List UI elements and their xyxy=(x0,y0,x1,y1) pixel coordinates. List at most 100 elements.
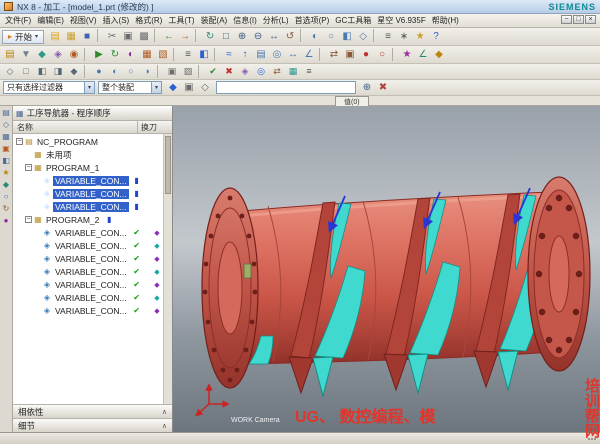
non-cutting-icon[interactable]: ↔ xyxy=(285,47,301,62)
menu-view[interactable]: 视图(V) xyxy=(67,15,100,26)
separator[interactable] xyxy=(195,29,200,42)
tree-row[interactable]: ◈ VARIABLE_CON... ✔ ◆ xyxy=(13,226,163,239)
studio-render-icon[interactable]: ◑ xyxy=(139,65,155,78)
separator[interactable] xyxy=(84,48,89,61)
tree-item-label[interactable]: VARIABLE_CON... xyxy=(53,306,129,316)
refresh-icon[interactable]: ↻ xyxy=(202,29,218,44)
post-process-icon[interactable]: ▦ xyxy=(139,47,155,62)
create-geometry-icon[interactable]: ◆ xyxy=(34,47,50,62)
roles-icon[interactable]: ● xyxy=(4,217,9,225)
generate-toolpath-icon[interactable]: ▶ xyxy=(91,47,107,62)
machine-sim-icon[interactable]: ◧ xyxy=(196,47,212,62)
tree-item-label[interactable]: VARIABLE_CON... xyxy=(53,293,129,303)
tree-item-label[interactable]: PROGRAM_2 xyxy=(44,215,101,225)
move-object-icon[interactable]: ⇄ xyxy=(269,65,285,78)
menu-assemblies[interactable]: 装配(A) xyxy=(198,15,231,26)
tree-item-label[interactable]: VARIABLE_CON... xyxy=(53,267,129,277)
wireframe-icon[interactable]: ○ xyxy=(123,65,139,78)
clip-section-icon[interactable]: ▨ xyxy=(180,65,196,78)
wcs-triad-icon[interactable] xyxy=(198,387,226,414)
assembly-navigator-icon[interactable]: ▤ xyxy=(2,109,10,117)
close-button[interactable]: × xyxy=(585,15,596,24)
menu-insert[interactable]: 插入(S) xyxy=(100,15,133,26)
shaded-view-icon[interactable]: ◐ xyxy=(307,29,323,44)
constraint-navigator-icon[interactable]: ◇ xyxy=(3,121,9,129)
separator[interactable] xyxy=(319,48,324,61)
part-navigator-icon[interactable]: ▦ xyxy=(2,133,10,141)
edit-object-icon[interactable]: ◈ xyxy=(237,65,253,78)
tree-row[interactable]: − ▦ PROGRAM_1 xyxy=(13,161,163,174)
toolbar-options-icon[interactable]: ≡ xyxy=(301,65,317,78)
options-icon[interactable]: ★ xyxy=(399,47,415,62)
separator[interactable] xyxy=(173,48,178,61)
panel-section-bar[interactable]: 相依性 ∧ xyxy=(13,404,172,418)
select-edge-icon[interactable]: ◇ xyxy=(197,80,213,95)
tool-axis-icon[interactable]: ↑ xyxy=(237,47,253,62)
separator[interactable] xyxy=(154,29,159,42)
tree-row[interactable]: ◈ VARIABLE_CON... ✔ ◆ xyxy=(13,239,163,252)
tree-expander-icon[interactable]: − xyxy=(25,164,32,171)
undo-icon[interactable]: ← xyxy=(161,29,177,44)
wireframe-view-icon[interactable]: ○ xyxy=(323,29,339,44)
zoom-in-icon[interactable]: ⊕ xyxy=(234,29,250,44)
feeds-speeds-icon[interactable]: ≈ xyxy=(221,47,237,62)
tree-row[interactable]: ◈ VARIABLE_CON... ✔ ◆ xyxy=(13,265,163,278)
help-icon[interactable]: ? xyxy=(428,29,444,44)
menu-file[interactable]: 文件(F) xyxy=(2,15,34,26)
object-icon[interactable]: ▣ xyxy=(342,47,358,62)
cut-icon[interactable]: ✂ xyxy=(104,29,120,44)
paste-icon[interactable]: ▩ xyxy=(136,29,152,44)
panel-section-bar[interactable]: 细节 ∧ xyxy=(13,418,172,432)
tree-row[interactable]: ◈ VARIABLE_CON... ✔ ◆ xyxy=(13,252,163,265)
orient-view-icon[interactable]: ◇ xyxy=(2,65,18,78)
web-browser-icon[interactable]: ○ xyxy=(4,193,9,201)
tree-item-label[interactable]: VARIABLE_CON... xyxy=(53,202,129,212)
navigator-scrollbar[interactable] xyxy=(163,134,172,404)
separator[interactable] xyxy=(373,29,378,42)
tree-item-label[interactable]: 未用项 xyxy=(44,149,74,161)
tree-row[interactable]: ◈ VARIABLE_CON... ▮ xyxy=(13,200,163,213)
reuse-library-icon[interactable]: ★ xyxy=(2,169,9,177)
corner-icon[interactable]: ∠ xyxy=(301,47,317,62)
column-header-name[interactable]: 名称 xyxy=(13,121,138,133)
top-view-icon[interactable]: □ xyxy=(18,65,34,78)
tree-row[interactable]: ◈ VARIABLE_CON... ✔ ◆ xyxy=(13,304,163,317)
separator[interactable] xyxy=(97,29,102,42)
shop-doc-icon[interactable]: ▧ xyxy=(155,47,171,62)
tree-expander-icon[interactable]: − xyxy=(25,216,32,223)
copy-icon[interactable]: ▣ xyxy=(120,29,136,44)
menu-information[interactable]: 信息(I) xyxy=(230,15,260,26)
create-operation-icon[interactable]: ◉ xyxy=(66,47,82,62)
replay-toolpath-icon[interactable]: ↻ xyxy=(107,47,123,62)
new-file-icon[interactable]: ▤ xyxy=(47,29,63,44)
tree-row[interactable]: ◈ VARIABLE_CON... ✔ ◆ xyxy=(13,278,163,291)
menu-starry[interactable]: 星空 V6.935F xyxy=(374,15,428,26)
tree-item-label[interactable]: NC_PROGRAM xyxy=(35,137,100,147)
select-face-icon[interactable]: ▣ xyxy=(181,80,197,95)
tree-row[interactable]: − ▤ NC_PROGRAM xyxy=(13,135,163,148)
selection-search-input[interactable] xyxy=(216,81,356,94)
chevron-down-icon[interactable]: ▾ xyxy=(84,82,94,93)
create-method-icon[interactable]: ◈ xyxy=(50,47,66,62)
column-header-tool-change[interactable]: 换刀 xyxy=(138,122,172,133)
docked-tab[interactable]: 值(0) xyxy=(335,96,369,106)
snapshot-icon[interactable]: ▣ xyxy=(164,65,180,78)
tree-row[interactable]: ◈ VARIABLE_CON... ▮ xyxy=(13,187,163,200)
tree-row[interactable]: ▦ 未用项 xyxy=(13,148,163,161)
tree-item-label[interactable]: VARIABLE_CON... xyxy=(53,228,129,238)
tree-item-label[interactable]: VARIABLE_CON... xyxy=(53,254,129,264)
tree-item-label[interactable]: VARIABLE_CON... xyxy=(53,241,129,251)
create-tool-icon[interactable]: ▼ xyxy=(18,47,34,62)
scrollbar-thumb[interactable] xyxy=(165,136,171,194)
minimize-button[interactable]: − xyxy=(561,15,572,24)
tree-expander-icon[interactable]: − xyxy=(16,138,23,145)
history-icon[interactable]: ↻ xyxy=(3,205,10,213)
tree-row[interactable]: ◈ VARIABLE_CON... ✔ ◆ xyxy=(13,291,163,304)
create-program-icon[interactable]: ▤ xyxy=(2,47,18,62)
machine-navigator-icon[interactable]: ◧ xyxy=(2,157,10,165)
rotate-view-icon[interactable]: ↺ xyxy=(282,29,298,44)
separator[interactable] xyxy=(392,48,397,61)
menu-preferences[interactable]: 首选项(P) xyxy=(292,15,333,26)
save-icon[interactable]: ■ xyxy=(79,29,95,44)
menu-tools[interactable]: 工具(T) xyxy=(165,15,197,26)
